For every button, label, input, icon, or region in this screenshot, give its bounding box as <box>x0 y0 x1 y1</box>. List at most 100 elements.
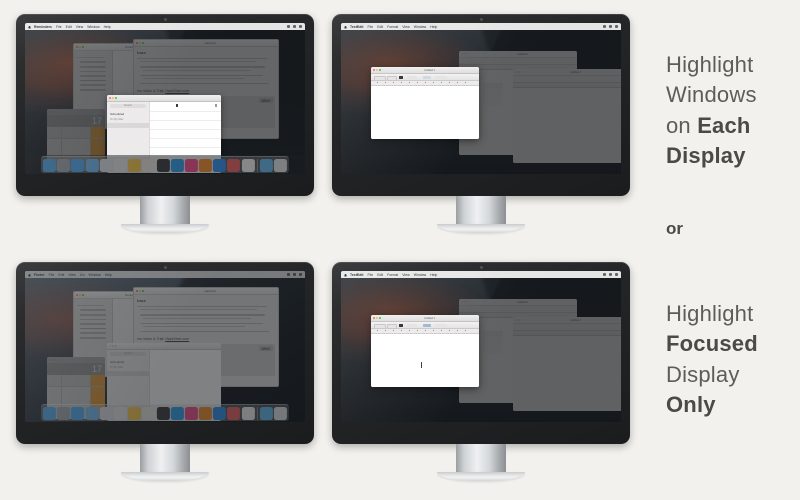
color-wheel-icon[interactable] <box>113 407 127 420</box>
safari-icon[interactable] <box>71 159 85 172</box>
minimize-button[interactable] <box>112 345 114 347</box>
close-button[interactable] <box>49 111 51 113</box>
menu-bar[interactable]: TextEdit File Edit Format View Window He… <box>341 23 621 30</box>
menu-item-edit[interactable]: Edit <box>66 25 72 29</box>
downloads-icon[interactable] <box>259 159 273 172</box>
menubar-status-items[interactable] <box>287 273 302 276</box>
battery-icon[interactable] <box>287 25 290 28</box>
close-button[interactable] <box>515 71 517 73</box>
menubar-status-items[interactable] <box>603 273 618 276</box>
menubar-app-name[interactable]: TextEdit <box>350 25 364 29</box>
battery-icon[interactable] <box>603 25 606 28</box>
menu-item-file[interactable]: File <box>368 25 374 29</box>
aa-icon[interactable] <box>227 407 241 420</box>
window-titlebar[interactable]: Untitled 1 <box>371 315 479 322</box>
textedit-window-mid[interactable] <box>483 83 503 105</box>
minimize-button[interactable] <box>79 294 81 296</box>
close-button[interactable] <box>461 301 463 303</box>
textedit-ruler[interactable] <box>371 81 479 86</box>
menubar-status-items[interactable] <box>287 25 302 28</box>
appstore-icon[interactable] <box>213 407 227 420</box>
messages-icon[interactable] <box>170 407 184 420</box>
window-titlebar[interactable] <box>107 95 221 102</box>
menu-item-view[interactable]: View <box>402 273 410 277</box>
photos-icon[interactable] <box>99 407 113 420</box>
menu-item-edit[interactable]: Edit <box>377 273 383 277</box>
font-style-select[interactable] <box>387 75 397 81</box>
itunes-icon[interactable] <box>184 407 198 420</box>
close-button[interactable] <box>136 42 138 44</box>
menu-item-view[interactable]: View <box>402 25 410 29</box>
finder-icon[interactable] <box>42 159 56 172</box>
trash-icon[interactable] <box>274 407 288 420</box>
textedit-text-area[interactable] <box>371 334 479 387</box>
menu-bar[interactable]: Reminders File Edit View Window Help <box>25 23 305 30</box>
battery-icon[interactable] <box>287 273 290 276</box>
text-style-buttons[interactable] <box>407 75 417 79</box>
mail-icon[interactable] <box>85 159 99 172</box>
window-titlebar[interactable]: HazeOver <box>134 40 278 47</box>
menu-item-help[interactable]: Help <box>104 25 111 29</box>
window-titlebar[interactable]: Untitled 4 <box>513 69 621 76</box>
minimize-button[interactable] <box>518 319 520 321</box>
zoom-button[interactable] <box>82 294 84 296</box>
zoom-button[interactable] <box>142 290 144 292</box>
display-top-left[interactable]: Desktop HazeOver haze mo Video & Trial: … <box>16 14 314 233</box>
menubar-app-name[interactable]: Reminders <box>34 25 52 29</box>
menu-item-file[interactable]: File <box>49 273 55 277</box>
textedit-toolbar[interactable] <box>459 306 577 313</box>
menu-item-format[interactable]: Format <box>387 25 398 29</box>
pages-icon[interactable] <box>241 159 255 172</box>
textedit-window-front[interactable]: Untitled 1 <box>371 315 479 387</box>
minimize-button[interactable] <box>139 290 141 292</box>
textedit-window-front[interactable]: Untitled 1 <box>371 67 479 139</box>
search-icon[interactable] <box>609 273 612 276</box>
close-button[interactable] <box>76 294 78 296</box>
menubar-status-items[interactable] <box>603 25 618 28</box>
textedit-window-mid[interactable] <box>483 331 503 353</box>
menubar-app-name[interactable]: Finder <box>34 273 45 277</box>
share-icon[interactable] <box>214 104 217 107</box>
minimize-button[interactable] <box>79 46 81 48</box>
appstore-icon[interactable] <box>213 159 227 172</box>
menu-item-window[interactable]: Window <box>414 273 426 277</box>
text-style-buttons[interactable] <box>407 323 417 327</box>
control-center-icon[interactable] <box>299 25 302 28</box>
text-color-swatch[interactable] <box>399 323 403 327</box>
control-center-icon[interactable] <box>615 273 618 276</box>
font-family-select[interactable] <box>374 75 386 81</box>
menu-item-format[interactable]: Format <box>387 273 398 277</box>
close-button[interactable] <box>136 290 138 292</box>
contacts-icon[interactable] <box>142 407 156 420</box>
search-input[interactable]: Search <box>110 352 146 356</box>
align-left-button[interactable] <box>423 75 431 79</box>
list-buttons[interactable] <box>435 323 447 327</box>
menu-bar[interactable]: TextEdit File Edit Format View Window He… <box>341 271 621 278</box>
display-top-right[interactable]: Untitled 3 Untitled 4 Untitled 1 TextEdi… <box>332 14 630 233</box>
launchpad-icon[interactable] <box>57 159 71 172</box>
menu-item-window[interactable]: Window <box>414 25 426 29</box>
textedit-text-area[interactable] <box>371 86 479 139</box>
zoom-button[interactable] <box>379 69 381 71</box>
close-button[interactable] <box>373 69 375 71</box>
photos-icon[interactable] <box>99 159 113 172</box>
text-color-swatch[interactable] <box>399 75 403 79</box>
zoom-button[interactable] <box>521 71 523 73</box>
dock[interactable] <box>40 404 290 421</box>
trash-icon[interactable] <box>274 159 288 172</box>
finder-icon[interactable] <box>42 407 56 420</box>
search-input[interactable]: Search <box>110 104 146 108</box>
mail-icon[interactable] <box>85 407 99 420</box>
ibooks-icon[interactable] <box>198 159 212 172</box>
search-icon[interactable] <box>293 273 296 276</box>
menu-item-go[interactable]: Go <box>80 273 85 277</box>
minimize-button[interactable] <box>52 111 54 113</box>
downloads-icon[interactable] <box>259 407 273 420</box>
close-button[interactable] <box>76 46 78 48</box>
color-wheel-icon[interactable] <box>113 159 127 172</box>
window-titlebar[interactable]: Untitled 3 <box>459 51 577 58</box>
font-style-select[interactable] <box>387 323 397 329</box>
minimize-button[interactable] <box>464 301 466 303</box>
minimize-button[interactable] <box>112 97 114 99</box>
menu-item-help[interactable]: Help <box>430 25 437 29</box>
